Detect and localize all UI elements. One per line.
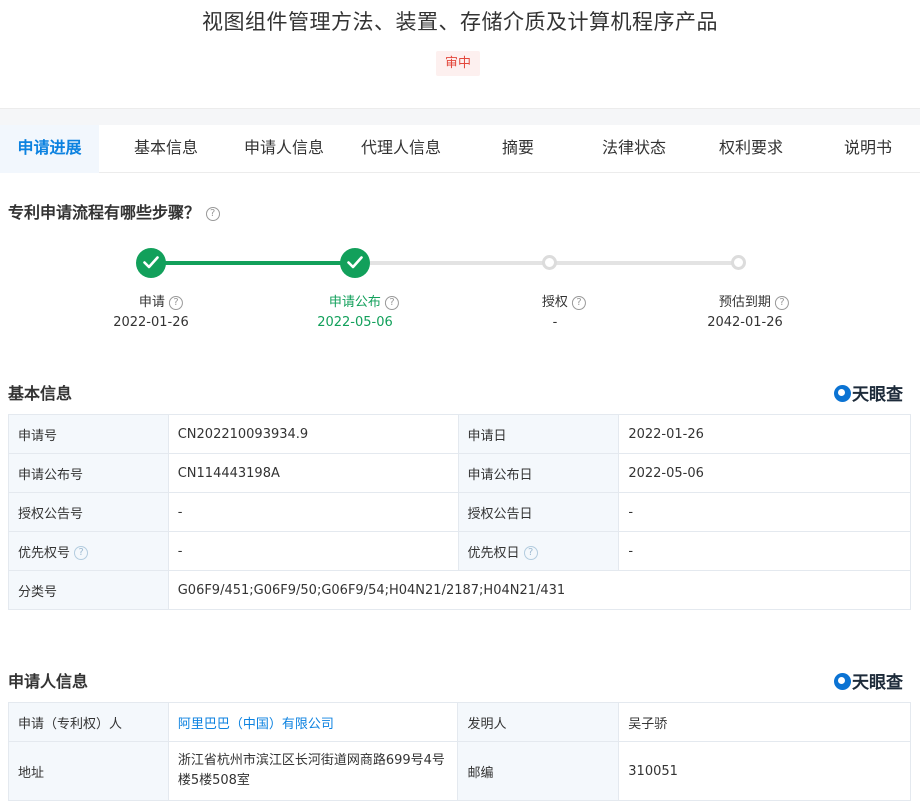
tianyancha-logo-icon	[834, 673, 851, 690]
field-label: 申请（专利权）人	[8, 702, 169, 742]
tab-basic-info[interactable]: 基本信息	[118, 125, 214, 173]
tianyancha-logo[interactable]: 天眼查	[834, 668, 903, 693]
page-title: 视图组件管理方法、装置、存储介质及计算机程序产品	[202, 10, 718, 34]
step-date: 2022-01-26	[113, 315, 189, 330]
tianyancha-logo-icon	[834, 385, 851, 402]
field-value: -	[618, 492, 911, 532]
title-area: 视图组件管理方法、装置、存储介质及计算机程序产品 审中	[0, 0, 920, 108]
applicant-link[interactable]: 阿里巴巴（中国）有限公司	[178, 717, 334, 732]
help-icon[interactable]: ?	[169, 295, 184, 310]
field-value: 310051	[618, 741, 911, 801]
applicant-info-table: 申请（专利权）人 阿里巴巴（中国）有限公司 发明人 吴子骄 地址 浙江省杭州市滨…	[8, 702, 911, 801]
step-done-node	[136, 248, 166, 278]
step-date: 2022-05-06	[317, 315, 393, 330]
help-icon[interactable]: ?	[775, 295, 790, 310]
field-label: 地址	[8, 741, 169, 801]
table-row: 优先权号 ? - 优先权日 ? -	[8, 531, 911, 571]
table-row: 申请公布号 CN114443198A 申请公布日 2022-05-06	[8, 453, 911, 493]
field-value: CN114443198A	[167, 453, 459, 493]
field-label: 邮编	[457, 741, 620, 801]
field-label: 优先权号 ?	[8, 531, 169, 571]
progress-line-done	[151, 261, 355, 265]
field-value: 阿里巴巴（中国）有限公司	[167, 702, 459, 742]
applicant-info-heading: 申请人信息	[8, 672, 89, 691]
help-icon[interactable]: ?	[385, 295, 400, 310]
step-label-text: 申请	[138, 295, 165, 310]
step-label-text: 授权	[541, 295, 568, 310]
step-label: 预估到期 ?	[718, 291, 790, 310]
step-date: 2042-01-26	[707, 315, 783, 330]
check-icon	[143, 256, 159, 269]
basic-info-table: 申请号 CN202210093934.9 申请日 2022-01-26 申请公布…	[8, 414, 912, 610]
brand-name: 天眼查	[852, 385, 903, 405]
step-date: -	[552, 315, 558, 330]
field-label: 分类号	[8, 570, 169, 610]
tab-agent-info[interactable]: 代理人信息	[351, 125, 451, 173]
help-icon[interactable]: ?	[74, 546, 89, 560]
process-heading: 专利申请流程有哪些步骤？ ?	[8, 199, 220, 223]
tab-abstract[interactable]: 摘要	[483, 125, 553, 173]
step-label-text: 预估到期	[718, 295, 771, 310]
field-value: 吴子骄	[618, 702, 911, 742]
field-label: 申请公布日	[457, 453, 620, 493]
field-value: -	[167, 531, 459, 571]
step-done-node	[340, 248, 370, 278]
field-label: 授权公告号	[8, 492, 169, 532]
field-label: 申请公布号	[8, 453, 169, 493]
tab-bar: 申请进展 基本信息 申请人信息 代理人信息 摘要 法律状态 权利要求 说明书	[0, 125, 920, 173]
table-row: 分类号 G06F9/451;G06F9/50;G06F9/54;H04N21/2…	[8, 570, 912, 610]
step-pending-node	[731, 255, 746, 270]
help-icon[interactable]: ?	[572, 295, 587, 310]
process-heading-text: 专利申请流程有哪些步骤？	[8, 203, 201, 222]
step-label-text: 申请公布	[328, 295, 381, 310]
brand-name: 天眼查	[852, 673, 903, 693]
field-value: 2022-05-06	[618, 453, 911, 493]
field-label-text: 优先权号	[18, 545, 71, 561]
basic-info-heading: 基本信息	[8, 384, 73, 403]
field-label: 申请日	[457, 414, 620, 454]
field-label-text: 优先权日	[467, 545, 520, 561]
step-label: 申请公布 ?	[328, 291, 400, 310]
tab-claims[interactable]: 权利要求	[709, 125, 793, 173]
table-row: 地址 浙江省杭州市滨江区长河街道网商路699号4号楼5楼508室 邮编 3100…	[8, 741, 911, 801]
table-row: 申请（专利权）人 阿里巴巴（中国）有限公司 发明人 吴子骄	[8, 702, 911, 742]
help-icon[interactable]: ?	[523, 546, 538, 560]
table-row: 申请号 CN202210093934.9 申请日 2022-01-26	[8, 414, 911, 454]
progress-timeline: 申请 ? 申请公布 ? 授权 ? 预估到期 ? 2022-01-26 2022-…	[0, 240, 920, 340]
tab-description[interactable]: 说明书	[834, 125, 902, 173]
table-row: 授权公告号 - 授权公告日 -	[8, 492, 911, 532]
tab-applicant-info[interactable]: 申请人信息	[234, 125, 334, 173]
help-icon[interactable]: ?	[205, 206, 220, 221]
field-value: CN202210093934.9	[167, 414, 459, 454]
section-divider	[0, 108, 920, 125]
field-label: 申请号	[8, 414, 169, 454]
step-label: 授权 ?	[541, 291, 587, 310]
tianyancha-logo[interactable]: 天眼查	[834, 380, 903, 405]
field-label: 发明人	[457, 702, 620, 742]
check-icon	[347, 256, 363, 269]
field-value: -	[618, 531, 911, 571]
tab-progress[interactable]: 申请进展	[0, 125, 99, 173]
field-value: -	[167, 492, 459, 532]
tab-legal-status[interactable]: 法律状态	[593, 125, 675, 173]
field-label: 优先权日 ?	[457, 531, 620, 571]
step-label: 申请 ?	[138, 291, 184, 310]
step-pending-node	[542, 255, 557, 270]
field-label: 授权公告日	[457, 492, 620, 532]
field-value: 浙江省杭州市滨江区长河街道网商路699号4号楼5楼508室	[167, 741, 459, 801]
status-badge: 审中	[436, 51, 481, 76]
field-value: G06F9/451;G06F9/50;G06F9/54;H04N21/2187;…	[167, 570, 912, 610]
field-value: 2022-01-26	[618, 414, 911, 454]
